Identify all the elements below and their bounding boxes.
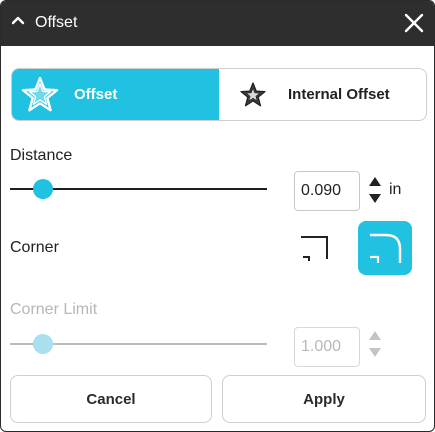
close-icon[interactable]: [403, 12, 425, 34]
corner-limit-input[interactable]: [294, 327, 360, 367]
star-internal-offset-icon: [240, 81, 266, 106]
distance-slider-thumb[interactable]: [33, 179, 54, 199]
corner-square-icon[interactable]: [297, 229, 331, 263]
chevron-up-icon[interactable]: [11, 15, 25, 25]
offset-panel: Offset Offset Internal Offset Distance 0…: [0, 0, 435, 432]
distance-stepper-icon[interactable]: [368, 175, 382, 205]
star-offset-icon: [21, 76, 59, 111]
tab-offset[interactable]: Offset: [12, 69, 219, 120]
offset-mode-toggle: Offset Internal Offset: [11, 68, 427, 121]
tab-internal-offset-label: Internal Offset: [288, 86, 390, 103]
tab-offset-label: Offset: [74, 86, 118, 103]
apply-button[interactable]: Apply: [222, 375, 426, 423]
corner-round-icon[interactable]: [358, 221, 412, 275]
distance-label: Distance: [10, 147, 73, 164]
corner-limit-stepper-icon[interactable]: [368, 329, 382, 359]
corner-label: Corner: [10, 239, 59, 256]
cancel-button[interactable]: Cancel: [10, 375, 212, 423]
distance-input[interactable]: [294, 171, 360, 211]
tab-internal-offset[interactable]: Internal Offset: [219, 69, 426, 120]
corner-limit-slider[interactable]: [10, 334, 267, 354]
corner-limit-slider-thumb[interactable]: [33, 334, 54, 354]
distance-slider[interactable]: [10, 179, 267, 199]
title-bar: Offset: [1, 1, 434, 46]
distance-unit: in: [389, 181, 402, 198]
corner-limit-label: Corner Limit: [10, 301, 98, 318]
panel-title: Offset: [35, 14, 78, 31]
